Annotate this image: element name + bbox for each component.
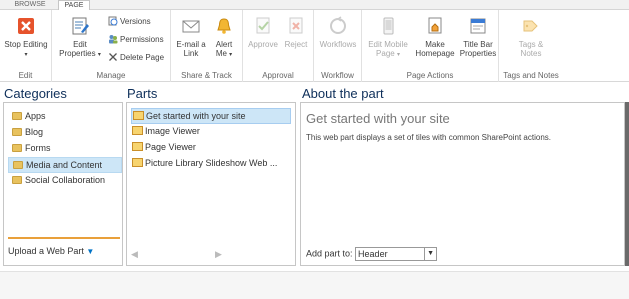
upload-web-part-button[interactable]: Upload a Web Part ▼ [8, 237, 120, 265]
group-label-edit: Edit [18, 71, 33, 80]
group-label-page-actions: Page Actions [406, 71, 454, 80]
folder-icon [12, 112, 22, 120]
chevron-down-icon: ▼ [86, 247, 95, 256]
alert-me-button[interactable]: Alert Me ▾ [209, 16, 239, 60]
approve-button[interactable]: Approve [246, 16, 280, 49]
stop-editing-button[interactable]: Stop Editing ▾ [2, 16, 50, 60]
selected-part-title: Get started with your site [306, 111, 450, 126]
category-item-apps[interactable]: Apps [8, 109, 122, 125]
chevron-down-icon: ▾ [396, 52, 400, 58]
envelope-icon [181, 16, 201, 36]
group-share-track: E-mail a Link Alert Me ▾ Share & Track [171, 10, 243, 82]
homepage-icon [425, 16, 445, 36]
stop-editing-icon [16, 16, 36, 36]
chevron-down-icon: ▾ [229, 52, 233, 58]
group-approval: Approve Reject Approval [243, 10, 314, 82]
make-homepage-button[interactable]: Make Homepage [414, 16, 456, 58]
selected-part-description: This web part displays a set of tiles wi… [306, 133, 551, 142]
about-panel: Get started with your site This web part… [300, 102, 625, 266]
chevron-down-icon: ▾ [97, 52, 101, 58]
workflows-button[interactable]: Workflows [316, 16, 360, 49]
web-part-icon [133, 111, 144, 120]
ribbon: Stop Editing ▾ Edit Edit Properties ▾ Ve… [0, 10, 629, 82]
reject-icon [286, 16, 306, 36]
group-manage: Edit Properties ▾ Versions Permissions D… [52, 10, 171, 82]
group-edit: Stop Editing ▾ Edit [0, 10, 52, 82]
group-label-share-track: Share & Track [181, 71, 232, 80]
add-part-row: Add part to: Header ▼ [306, 247, 438, 261]
bottom-area [0, 271, 629, 299]
part-item-page-viewer[interactable]: Page Viewer [131, 140, 291, 156]
web-part-icon [132, 126, 143, 135]
web-part-icon [132, 158, 143, 167]
delete-page-button[interactable]: Delete Page [108, 52, 164, 63]
edit-mobile-page-button[interactable]: Edit Mobile Page ▾ [365, 16, 411, 60]
permissions-icon [108, 34, 118, 44]
folder-icon [12, 176, 22, 184]
tags-notes-icon [521, 16, 541, 36]
group-tags-notes: Tags & Notes Tags and Notes [499, 10, 563, 82]
mobile-page-icon [378, 16, 398, 36]
group-label-approval: Approval [262, 71, 294, 80]
previous-arrow-icon[interactable]: ◀ [131, 249, 138, 260]
group-workflow: Workflows Workflow [314, 10, 362, 82]
tab-browse[interactable]: BROWSE [10, 0, 50, 10]
ribbon-tab-bar: BROWSE PAGE [0, 0, 629, 11]
group-label-tags-notes: Tags and Notes [503, 71, 559, 80]
part-item-image-viewer[interactable]: Image Viewer [131, 124, 291, 140]
edit-properties-button[interactable]: Edit Properties ▾ [56, 16, 104, 60]
tags-notes-button[interactable]: Tags & Notes [505, 16, 557, 58]
parts-list: Get started with your site Image Viewer … [131, 108, 291, 172]
about-heading: About the part [302, 86, 384, 101]
parts-heading: Parts [127, 86, 158, 101]
parts-panel: Get started with your site Image Viewer … [126, 102, 296, 266]
group-label-manage: Manage [96, 71, 126, 80]
folder-icon [13, 161, 23, 169]
chevron-down-icon: ▾ [24, 52, 28, 58]
versions-button[interactable]: Versions [108, 16, 151, 27]
part-item-get-started[interactable]: Get started with your site [131, 108, 291, 124]
edit-properties-icon [70, 16, 90, 36]
categories-heading: Categories [4, 86, 67, 101]
category-item-forms[interactable]: Forms [8, 141, 122, 157]
chevron-down-icon: ▼ [424, 248, 436, 260]
versions-icon [108, 16, 118, 26]
email-link-button[interactable]: E-mail a Link [174, 16, 208, 58]
group-page-actions: Edit Mobile Page ▾ Make Homepage Title B… [362, 10, 499, 82]
title-bar-icon [468, 16, 488, 36]
add-part-label: Add part to: [306, 248, 353, 259]
folder-icon [12, 128, 22, 136]
group-label-workflow: Workflow [321, 71, 354, 80]
part-item-picture-library-slideshow[interactable]: Picture Library Slideshow Web ... [131, 156, 291, 172]
folder-icon [12, 144, 22, 152]
workflows-icon [328, 16, 348, 36]
right-edge-strip [625, 102, 629, 266]
bell-icon [214, 16, 234, 36]
reject-button[interactable]: Reject [281, 16, 311, 49]
next-arrow-icon[interactable]: ▶ [215, 249, 222, 260]
categories-panel: Apps Blog Forms Media and Content Social… [3, 102, 123, 266]
category-item-social-collaboration[interactable]: Social Collaboration [8, 173, 122, 189]
category-item-media-and-content[interactable]: Media and Content [8, 157, 122, 173]
permissions-button[interactable]: Permissions [108, 34, 164, 45]
add-part-zone-select[interactable]: Header ▼ [355, 247, 438, 261]
approve-icon [253, 16, 273, 36]
title-bar-properties-button[interactable]: Title Bar Properties [458, 16, 498, 58]
categories-list: Apps Blog Forms Media and Content Social… [8, 109, 122, 189]
category-item-blog[interactable]: Blog [8, 125, 122, 141]
web-part-icon [132, 142, 143, 151]
delete-icon [108, 52, 118, 62]
